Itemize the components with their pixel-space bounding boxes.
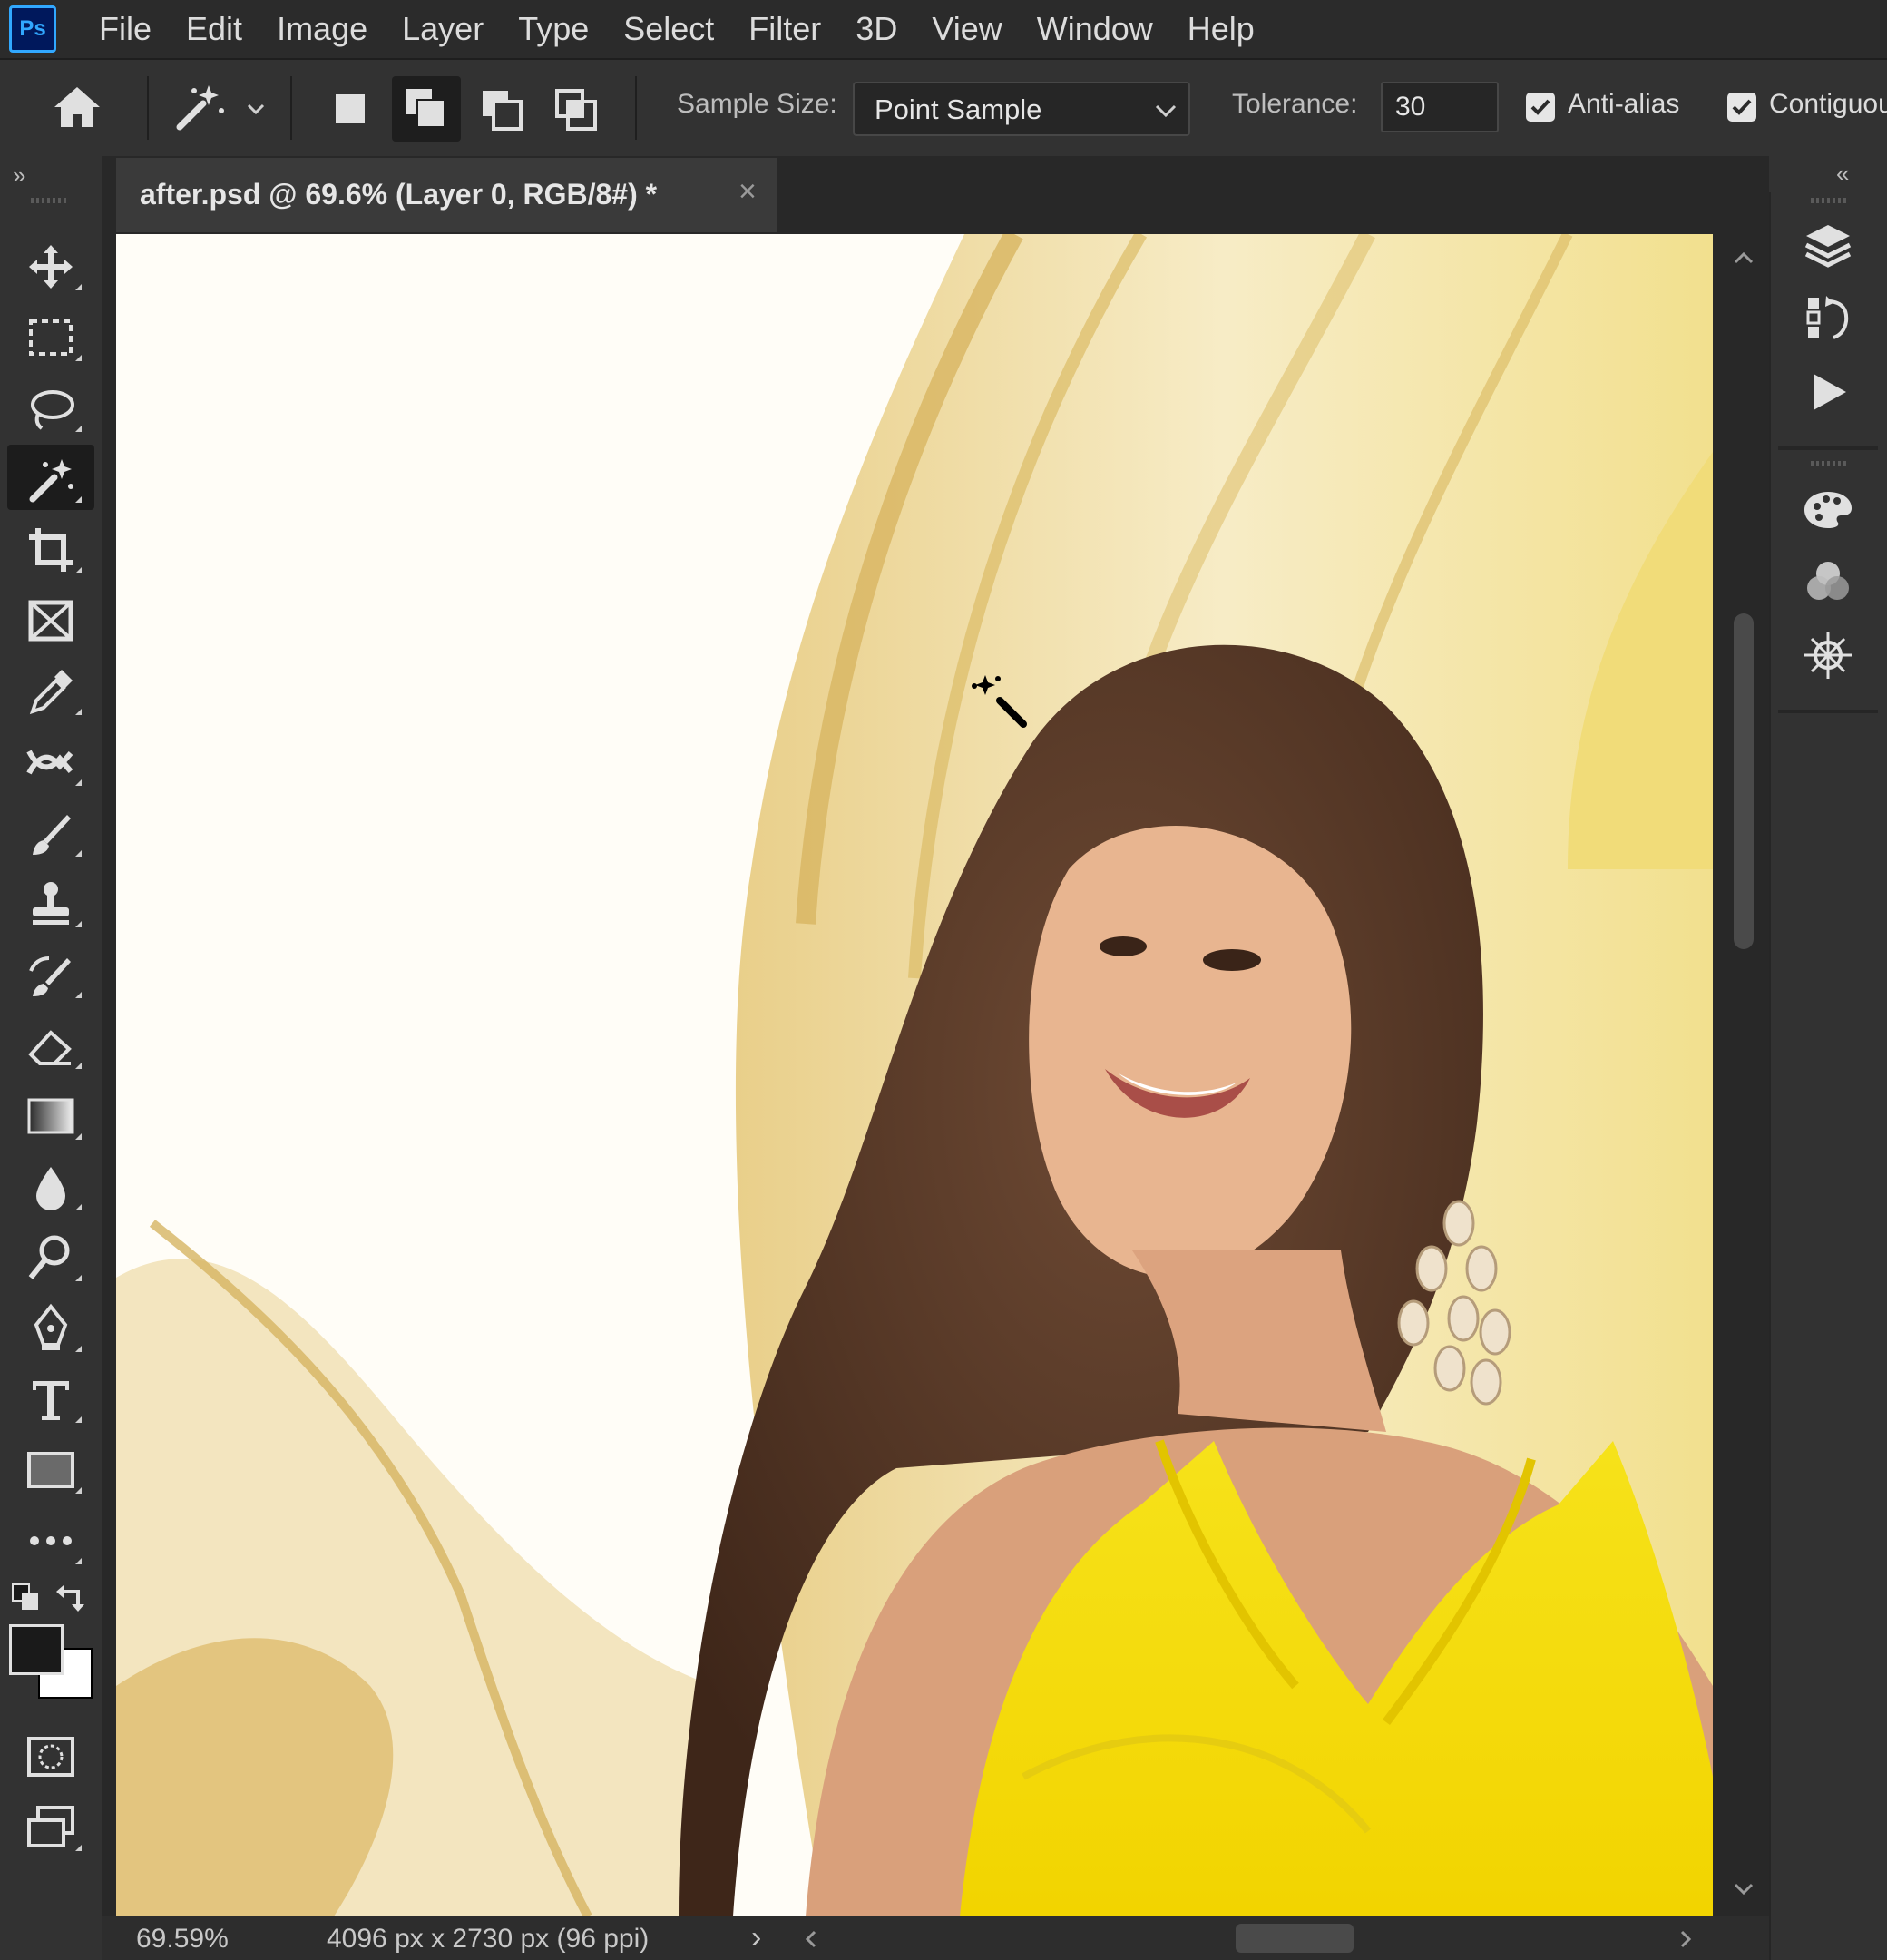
panel-grip[interactable]: [1811, 461, 1847, 466]
tolerance-label: Tolerance:: [1232, 89, 1358, 119]
brush-tool[interactable]: [7, 799, 94, 864]
tolerance-input[interactable]: 30: [1381, 82, 1499, 132]
add-to-selection-button[interactable]: [392, 76, 461, 142]
move-tool[interactable]: [7, 232, 94, 298]
zoom-level[interactable]: 69.59%: [136, 1924, 229, 1955]
color-palette-icon[interactable]: [1794, 483, 1862, 543]
screen-mode-icon[interactable]: [7, 1793, 94, 1858]
home-icon[interactable]: [51, 83, 103, 131]
document-tab-bar: after.psd @ 69.6% (Layer 0, RGB/8#) * ×: [102, 156, 1769, 232]
menu-select[interactable]: Select: [606, 0, 731, 58]
separator: [1778, 446, 1878, 450]
subtract-from-selection-icon[interactable]: [479, 87, 526, 134]
vertical-scroll-thumb[interactable]: [1734, 613, 1754, 949]
status-bar: 69.59% 4096 px x 2730 px (96 ppi) ›: [102, 1916, 1769, 1960]
photo-image: [116, 234, 1713, 1916]
swap-colors-icon[interactable]: [54, 1581, 91, 1618]
chevron-down-icon: [1155, 104, 1177, 118]
quick-mask-icon[interactable]: [7, 1722, 94, 1788]
crop-tool[interactable]: [7, 515, 94, 581]
layers-icon[interactable]: [1794, 220, 1862, 279]
scroll-up-icon[interactable]: [1733, 250, 1755, 265]
anti-alias-label: Anti-alias: [1568, 89, 1680, 119]
collapse-panels-icon[interactable]: «: [1836, 160, 1849, 188]
sample-size-dropdown[interactable]: Point Sample: [853, 82, 1190, 136]
separator: [1778, 710, 1878, 713]
marquee-tool[interactable]: [7, 303, 94, 368]
menu-type[interactable]: Type: [501, 0, 606, 58]
menu-bar: Ps File Edit Image Layer Type Select Fil…: [0, 0, 1887, 60]
type-tool[interactable]: [7, 1365, 94, 1430]
menu-layer[interactable]: Layer: [385, 0, 501, 58]
document-canvas[interactable]: [116, 234, 1713, 1916]
canvas-area: [102, 232, 1769, 1916]
scroll-down-icon[interactable]: [1733, 1882, 1755, 1896]
lasso-tool[interactable]: [7, 374, 94, 439]
blur-tool[interactable]: [7, 1152, 94, 1218]
panel-grip[interactable]: [31, 198, 67, 203]
status-menu-arrow[interactable]: ›: [751, 1920, 761, 1955]
healing-brush-tool[interactable]: [7, 728, 94, 793]
menu-image[interactable]: Image: [259, 0, 385, 58]
document-dimensions: 4096 px x 2730 px (96 ppi): [327, 1924, 650, 1954]
separator: [290, 76, 292, 140]
tools-panel: »: [0, 156, 103, 1960]
history-brush-tool[interactable]: [7, 940, 94, 1005]
pen-tool[interactable]: [7, 1294, 94, 1359]
default-colors-icon[interactable]: [9, 1581, 45, 1618]
scroll-right-icon[interactable]: [1678, 1929, 1693, 1949]
actions-play-icon[interactable]: [1794, 367, 1862, 426]
dodge-tool[interactable]: [7, 1223, 94, 1289]
menu-items: File Edit Image Layer Type Select Filter…: [82, 0, 1272, 58]
contiguous-checkbox[interactable]: [1727, 93, 1756, 122]
eraser-tool[interactable]: [7, 1011, 94, 1076]
more-tools-icon[interactable]: [7, 1506, 94, 1572]
options-bar: Sample Size: Point Sample Tolerance: 30 …: [0, 60, 1887, 159]
history-icon[interactable]: [1794, 292, 1862, 352]
frame-tool[interactable]: [7, 586, 94, 652]
right-panel-dock: «: [1769, 156, 1887, 1960]
panel-grip[interactable]: [1811, 198, 1847, 203]
intersect-selection-icon[interactable]: [553, 87, 601, 134]
collapse-toolbar-icon[interactable]: »: [13, 162, 25, 190]
app-logo: Ps: [9, 5, 56, 53]
channels-icon[interactable]: [1794, 557, 1862, 617]
contiguous-label: Contiguou: [1769, 89, 1887, 119]
navigator-wheel-icon[interactable]: [1794, 630, 1862, 690]
menu-file[interactable]: File: [82, 0, 169, 58]
vertical-scrollbar[interactable]: [1718, 232, 1769, 1916]
foreground-color-swatch[interactable]: [9, 1624, 64, 1675]
eyedropper-tool[interactable]: [7, 657, 94, 722]
document-tab[interactable]: after.psd @ 69.6% (Layer 0, RGB/8#) * ×: [116, 158, 777, 232]
scroll-left-icon[interactable]: [804, 1929, 818, 1949]
gradient-tool[interactable]: [7, 1082, 94, 1147]
menu-3d[interactable]: 3D: [838, 0, 914, 58]
new-selection-icon[interactable]: [330, 89, 372, 131]
magic-wand-tool[interactable]: [7, 445, 94, 510]
document-tab-title: after.psd @ 69.6% (Layer 0, RGB/8#) *: [140, 178, 658, 211]
horizontal-scroll-thumb[interactable]: [1236, 1924, 1354, 1953]
clone-stamp-tool[interactable]: [7, 869, 94, 935]
menu-help[interactable]: Help: [1170, 0, 1272, 58]
close-icon[interactable]: ×: [738, 174, 757, 210]
sample-size-label: Sample Size:: [677, 89, 837, 119]
separator: [635, 76, 637, 140]
rectangle-tool[interactable]: [7, 1436, 94, 1501]
anti-alias-checkbox[interactable]: [1526, 93, 1555, 122]
separator: [147, 76, 149, 140]
menu-view[interactable]: View: [914, 0, 1019, 58]
panel-border: [1769, 192, 1771, 1960]
magic-wand-preset-icon[interactable]: [172, 80, 272, 134]
menu-edit[interactable]: Edit: [169, 0, 259, 58]
menu-filter[interactable]: Filter: [731, 0, 838, 58]
sample-size-value: Point Sample: [875, 93, 1042, 125]
menu-window[interactable]: Window: [1020, 0, 1170, 58]
